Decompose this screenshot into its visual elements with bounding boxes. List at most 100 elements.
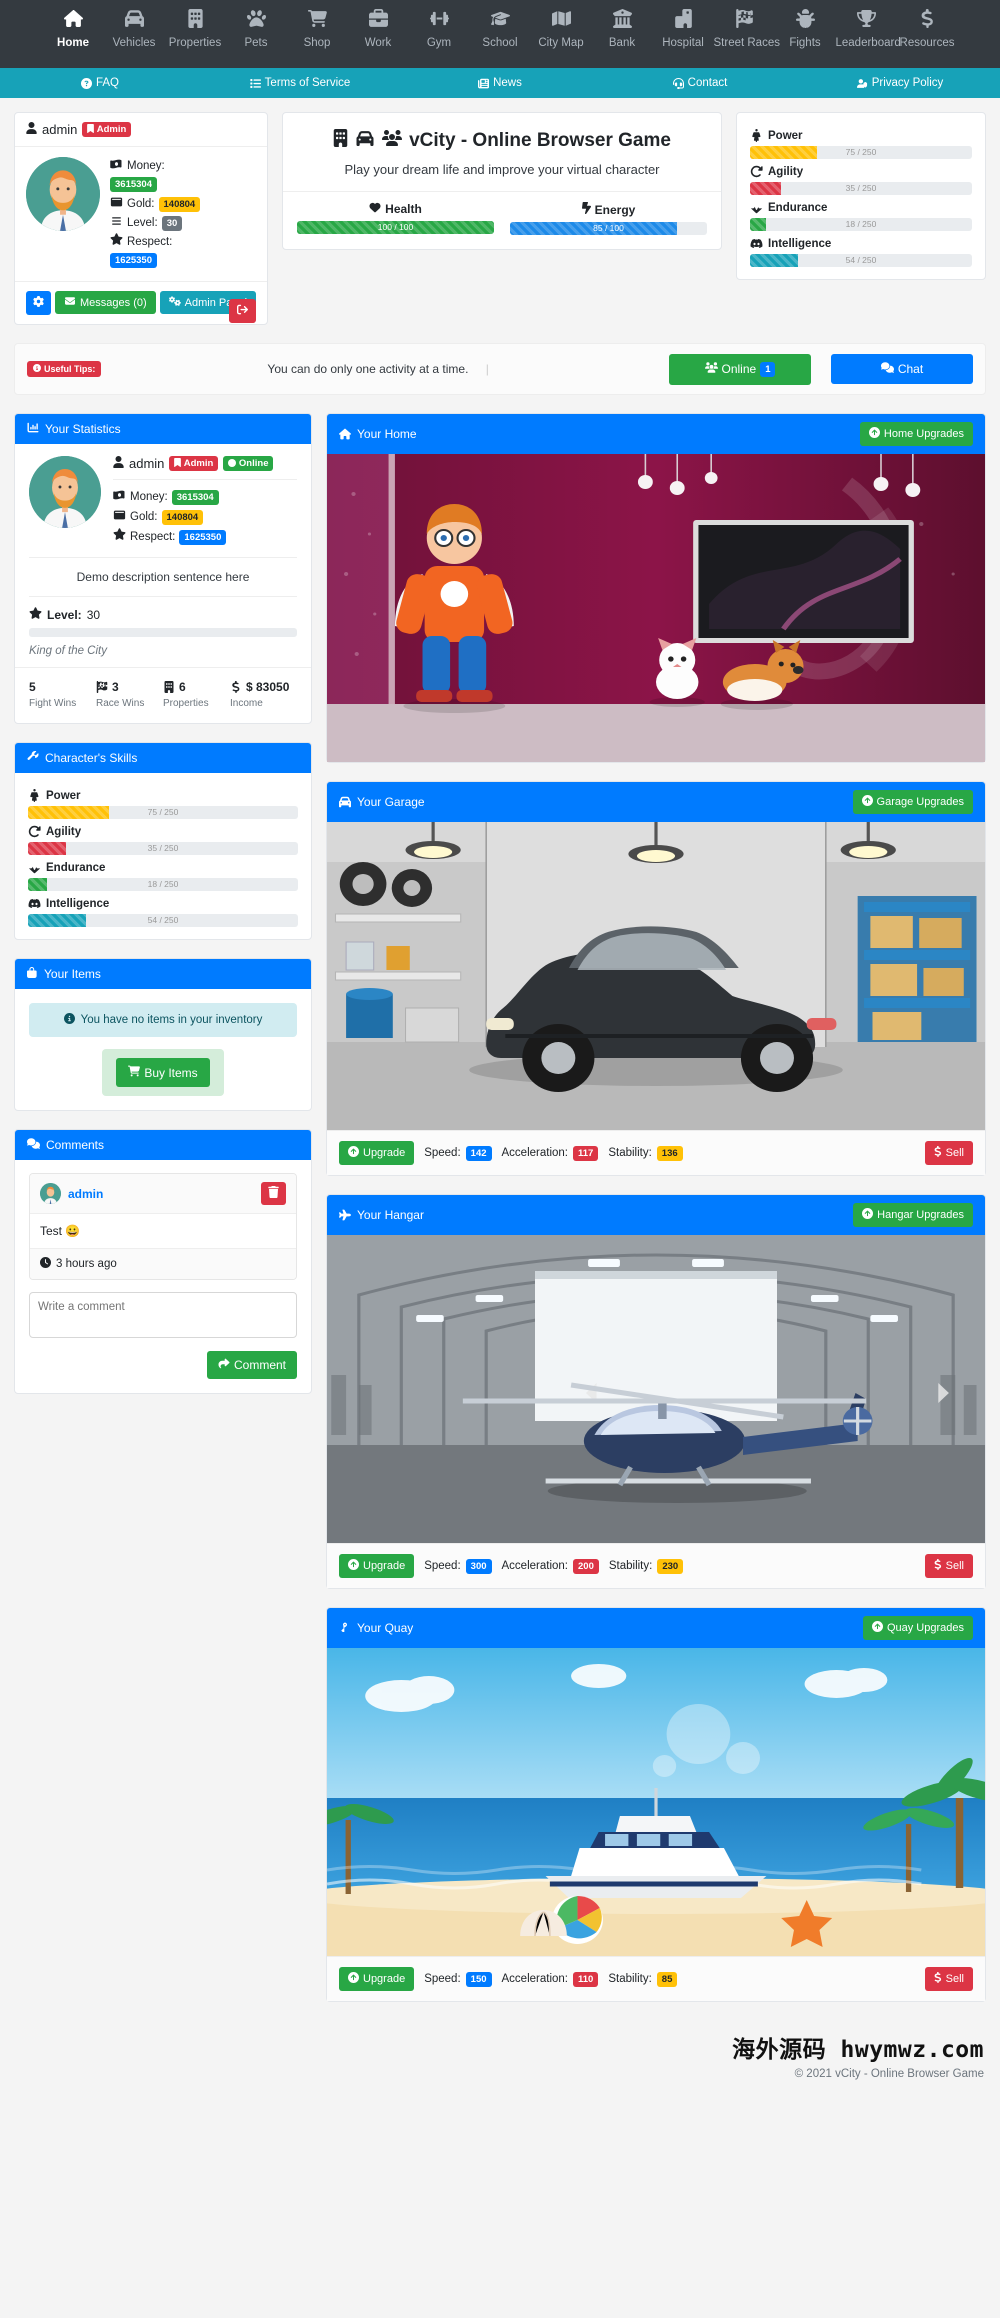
- subnav-item-label: Terms of Service: [264, 77, 351, 89]
- nav-item-properties[interactable]: Properties: [165, 6, 226, 51]
- spec-label: Stability:: [608, 1147, 652, 1159]
- spec-speed: Speed: 142: [424, 1145, 492, 1161]
- upgrade-button[interactable]: Upgrade: [339, 1554, 415, 1578]
- online-button[interactable]: Online 1: [669, 353, 811, 385]
- skill-label: Endurance: [768, 201, 828, 214]
- quick-stat-label: Income: [230, 698, 263, 709]
- level-row: Level: 30: [110, 214, 200, 233]
- money-icon: [110, 157, 123, 176]
- delete-comment-button[interactable]: [261, 1182, 286, 1205]
- your-items-header: Your Items: [15, 959, 311, 989]
- sell-button[interactable]: Sell: [924, 1141, 973, 1165]
- asset-card-home: Your Home Home Upgrades: [326, 413, 986, 763]
- nav-item-gym[interactable]: Gym: [409, 6, 470, 51]
- asset-upgrades-button[interactable]: Hangar Upgrades: [853, 1203, 973, 1227]
- statistics-username: admin: [129, 456, 165, 471]
- nav-item-bank[interactable]: Bank: [592, 6, 653, 51]
- comments-header: Comments: [15, 1130, 311, 1160]
- nav-item-leaderboard[interactable]: Leaderboard: [836, 6, 901, 51]
- subnav-item-label: News: [493, 77, 522, 89]
- footer: 海外源码 hwymwz.com © 2021 vCity - Online Br…: [0, 2020, 1000, 2096]
- subnav-item-contact[interactable]: Contact: [600, 77, 800, 89]
- username: admin: [42, 122, 78, 137]
- dollar-icon: [934, 1146, 942, 1160]
- comment-item: admin Test 😀 3 hours ago: [29, 1173, 297, 1280]
- comment-author-wrap[interactable]: admin: [40, 1183, 103, 1204]
- sell-button[interactable]: Sell: [924, 1554, 973, 1578]
- level-progress: [29, 628, 297, 637]
- nav-item-home[interactable]: Home: [43, 6, 104, 51]
- settings-button[interactable]: [26, 291, 51, 315]
- buy-items-label: Buy Items: [144, 1065, 198, 1080]
- nav-item-city-map[interactable]: City Map: [531, 6, 592, 51]
- spec-label: Stability:: [608, 1973, 652, 1985]
- role-badge: Admin: [169, 456, 219, 471]
- spec-label: Speed:: [424, 1973, 461, 1985]
- subnav-item-terms-of-service[interactable]: Terms of Service: [200, 77, 400, 89]
- buy-items-button[interactable]: Buy Items: [116, 1058, 210, 1087]
- nav-item-work[interactable]: Work: [348, 6, 409, 51]
- character-skills-list: Power 75 / 250 Agility 35 / 250 Endurance 18 …: [15, 773, 311, 939]
- tips-message: You can do only one activity at a time.: [267, 362, 469, 376]
- upgrade-button[interactable]: Upgrade: [339, 1141, 415, 1165]
- main-content: Your Statistics admin Admin Online Money…: [14, 413, 986, 2020]
- upgrade-button[interactable]: Upgrade: [339, 1967, 415, 1991]
- messages-button[interactable]: Messages (0): [55, 291, 156, 314]
- health-label: Health: [385, 202, 422, 216]
- chat-button[interactable]: Chat: [831, 354, 973, 384]
- vitals-row: Health 100 / 100 Energy 85 / 100: [283, 192, 721, 249]
- page-subtitle: Play your dream life and improve your vi…: [283, 153, 721, 192]
- tips-badge-label: Useful Tips:: [44, 364, 96, 374]
- asset-title: Your Garage: [357, 795, 425, 809]
- asset-upgrades-button[interactable]: Quay Upgrades: [862, 1616, 973, 1640]
- your-items-body: You have no items in your inventory Buy …: [15, 989, 311, 1110]
- nav-item-label: Resources: [899, 37, 955, 49]
- nav-item-fights[interactable]: Fights: [775, 6, 836, 51]
- skill-label: Agility: [46, 825, 82, 838]
- skill-label-row: Intelligence: [28, 897, 298, 910]
- status-badge: Online: [223, 456, 274, 471]
- spec-label: Acceleration:: [501, 1147, 568, 1159]
- logout-button[interactable]: [229, 299, 257, 323]
- submit-comment-button[interactable]: Comment: [206, 1351, 297, 1379]
- energy-block: Energy 85 / 100: [510, 202, 708, 235]
- comments-icon: [26, 1138, 40, 1152]
- asset-upgrades-button[interactable]: Garage Upgrades: [852, 790, 973, 814]
- comment-input[interactable]: [29, 1292, 297, 1338]
- skill-progress-text: 35 / 250: [147, 843, 179, 853]
- gold-value: 140804: [158, 197, 201, 212]
- skill-label-row: Agility: [28, 825, 298, 838]
- nav-item-pets[interactable]: Pets: [226, 6, 287, 51]
- spec-value: 85: [656, 1971, 678, 1987]
- subnav-item-news[interactable]: News: [400, 77, 600, 89]
- level-block: Level: 30 King of the City: [15, 597, 311, 657]
- nav-item-hospital[interactable]: Hospital: [653, 6, 714, 51]
- skill-agility: Agility 35 / 250: [28, 825, 298, 855]
- subnav-item-faq[interactable]: FAQ: [0, 77, 200, 89]
- role-badge: Admin: [82, 122, 132, 137]
- chart-bar-icon: [27, 422, 39, 436]
- hero-row: admin Admin Money: 3615304 Gold: 140804 …: [0, 98, 1000, 325]
- comment-submit-wrap: Comment: [29, 1351, 297, 1379]
- skill-label: Intelligence: [768, 237, 832, 250]
- heartbeat-icon: [28, 861, 41, 874]
- nav-item-street-races[interactable]: Street Races: [714, 6, 780, 51]
- asset-image-quay: [327, 1648, 985, 1956]
- dollar-icon: [918, 9, 937, 28]
- nav-item-school[interactable]: School: [470, 6, 531, 51]
- status-badge-label: Online: [238, 458, 269, 469]
- skill-agility: Agility 35 / 250: [750, 165, 972, 195]
- avatar: [29, 456, 101, 528]
- nav-item-shop[interactable]: Shop: [287, 6, 348, 51]
- subnav-item-privacy-policy[interactable]: Privacy Policy: [800, 77, 1000, 89]
- asset-upgrades-button[interactable]: Home Upgrades: [859, 422, 973, 446]
- skill-progress: 54 / 250: [750, 254, 972, 267]
- nav-item-vehicles[interactable]: Vehicles: [104, 6, 165, 51]
- nav-item-resources[interactable]: Resources: [897, 6, 958, 51]
- headset-icon: [672, 77, 684, 89]
- spec-value: 117: [573, 1145, 599, 1161]
- online-label: Online: [721, 362, 757, 376]
- gear-icon: [33, 296, 44, 310]
- sell-button[interactable]: Sell: [924, 1967, 973, 1991]
- respect-label: Respect:: [130, 531, 176, 543]
